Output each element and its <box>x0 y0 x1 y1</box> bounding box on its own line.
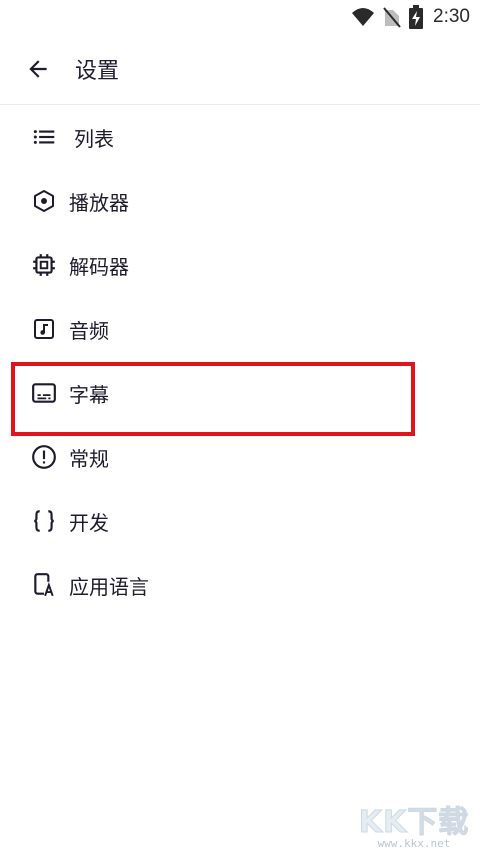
menu-item-developer[interactable]: 开发 <box>0 489 480 553</box>
subtitles-icon <box>30 379 58 407</box>
battery-charging-icon <box>409 5 424 29</box>
code-braces-icon <box>30 507 58 535</box>
chip-icon <box>30 251 58 279</box>
status-time: 2:30 <box>433 6 470 27</box>
menu-item-label: 列表 <box>74 126 114 151</box>
no-sim-icon <box>383 7 401 28</box>
menu-item-label: 音频 <box>69 318 109 343</box>
wifi-icon <box>352 8 375 26</box>
menu-item-general[interactable]: 常规 <box>0 425 480 489</box>
watermark: KK下载 www.kkx.net <box>354 797 474 851</box>
hexagon-dot-icon <box>30 187 58 215</box>
menu-item-label: 字幕 <box>69 382 109 407</box>
list-icon <box>30 123 58 151</box>
watermark-url: www.kkx.net <box>377 837 451 850</box>
menu-item-player[interactable]: 播放器 <box>0 169 480 233</box>
music-note-icon <box>30 315 58 343</box>
alert-circle-icon <box>30 443 58 471</box>
menu-item-label: 开发 <box>69 510 109 535</box>
back-button[interactable] <box>14 45 62 93</box>
arrow-left-icon <box>29 60 47 78</box>
app-language-icon <box>30 571 58 599</box>
settings-menu: 列表 播放器 解码器 音频 字幕 常规 开发 应用语言 <box>0 105 480 617</box>
status-icons: 2:30 <box>351 5 470 29</box>
page-title: 设置 <box>75 59 120 84</box>
status-bar: 2:30 <box>0 0 480 34</box>
app-bar: 设置 <box>0 34 480 105</box>
menu-item-label: 常规 <box>69 446 109 471</box>
menu-item-label: 播放器 <box>69 190 129 215</box>
menu-item-label: 解码器 <box>69 254 129 279</box>
menu-item-label: 应用语言 <box>69 574 149 599</box>
menu-item-decoder[interactable]: 解码器 <box>0 233 480 297</box>
watermark-logo: KK下载 <box>358 805 470 841</box>
menu-item-app-language[interactable]: 应用语言 <box>0 553 480 617</box>
menu-item-subtitles[interactable]: 字幕 <box>0 361 480 425</box>
menu-item-audio[interactable]: 音频 <box>0 297 480 361</box>
menu-item-list[interactable]: 列表 <box>0 105 480 169</box>
